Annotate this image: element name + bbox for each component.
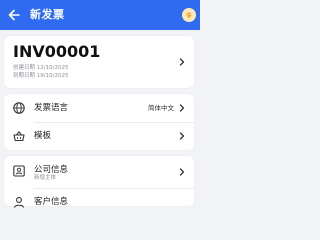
chevron-right-icon	[179, 104, 185, 112]
back-arrow-icon[interactable]	[6, 7, 22, 23]
client-info-label: 客户信息	[34, 197, 69, 207]
invoice-language-label: 发票语言	[34, 103, 69, 113]
page-title: 新发票	[30, 8, 65, 21]
company-info-row[interactable]: 公司信息 新增主体	[4, 158, 194, 186]
divider	[34, 122, 194, 123]
settings-card: 发票语言 简体中文 模板	[4, 94, 194, 150]
app-bar: 新发票	[0, 0, 200, 30]
divider	[34, 188, 194, 189]
invoice-header-card[interactable]: INV00001 创建日期 12/10/2025 到期日期 19/10/2025	[4, 36, 194, 88]
id-card-icon	[13, 165, 25, 177]
invoice-number: INV00001	[13, 42, 101, 61]
chevron-right-icon	[179, 168, 185, 176]
template-label: 模板	[34, 131, 52, 141]
invoice-language-value: 简体中文	[148, 104, 174, 112]
created-date: 创建日期 12/10/2025	[13, 65, 69, 71]
company-info-subtitle: 新增主体	[34, 175, 57, 181]
template-row[interactable]: 模板	[4, 124, 194, 148]
basket-icon	[13, 131, 25, 142]
due-date: 到期日期 19/10/2025	[13, 73, 69, 79]
parties-card: 公司信息 新增主体 客户信息	[4, 156, 194, 208]
chevron-right-icon	[179, 58, 185, 66]
premium-button[interactable]	[182, 8, 196, 22]
person-icon	[13, 197, 25, 208]
invoice-language-row[interactable]: 发票语言 简体中文	[4, 96, 194, 120]
client-info-row[interactable]: 客户信息	[4, 190, 194, 214]
globe-icon	[13, 102, 25, 114]
premium-diamond-icon	[186, 12, 192, 19]
chevron-right-icon	[179, 132, 185, 140]
